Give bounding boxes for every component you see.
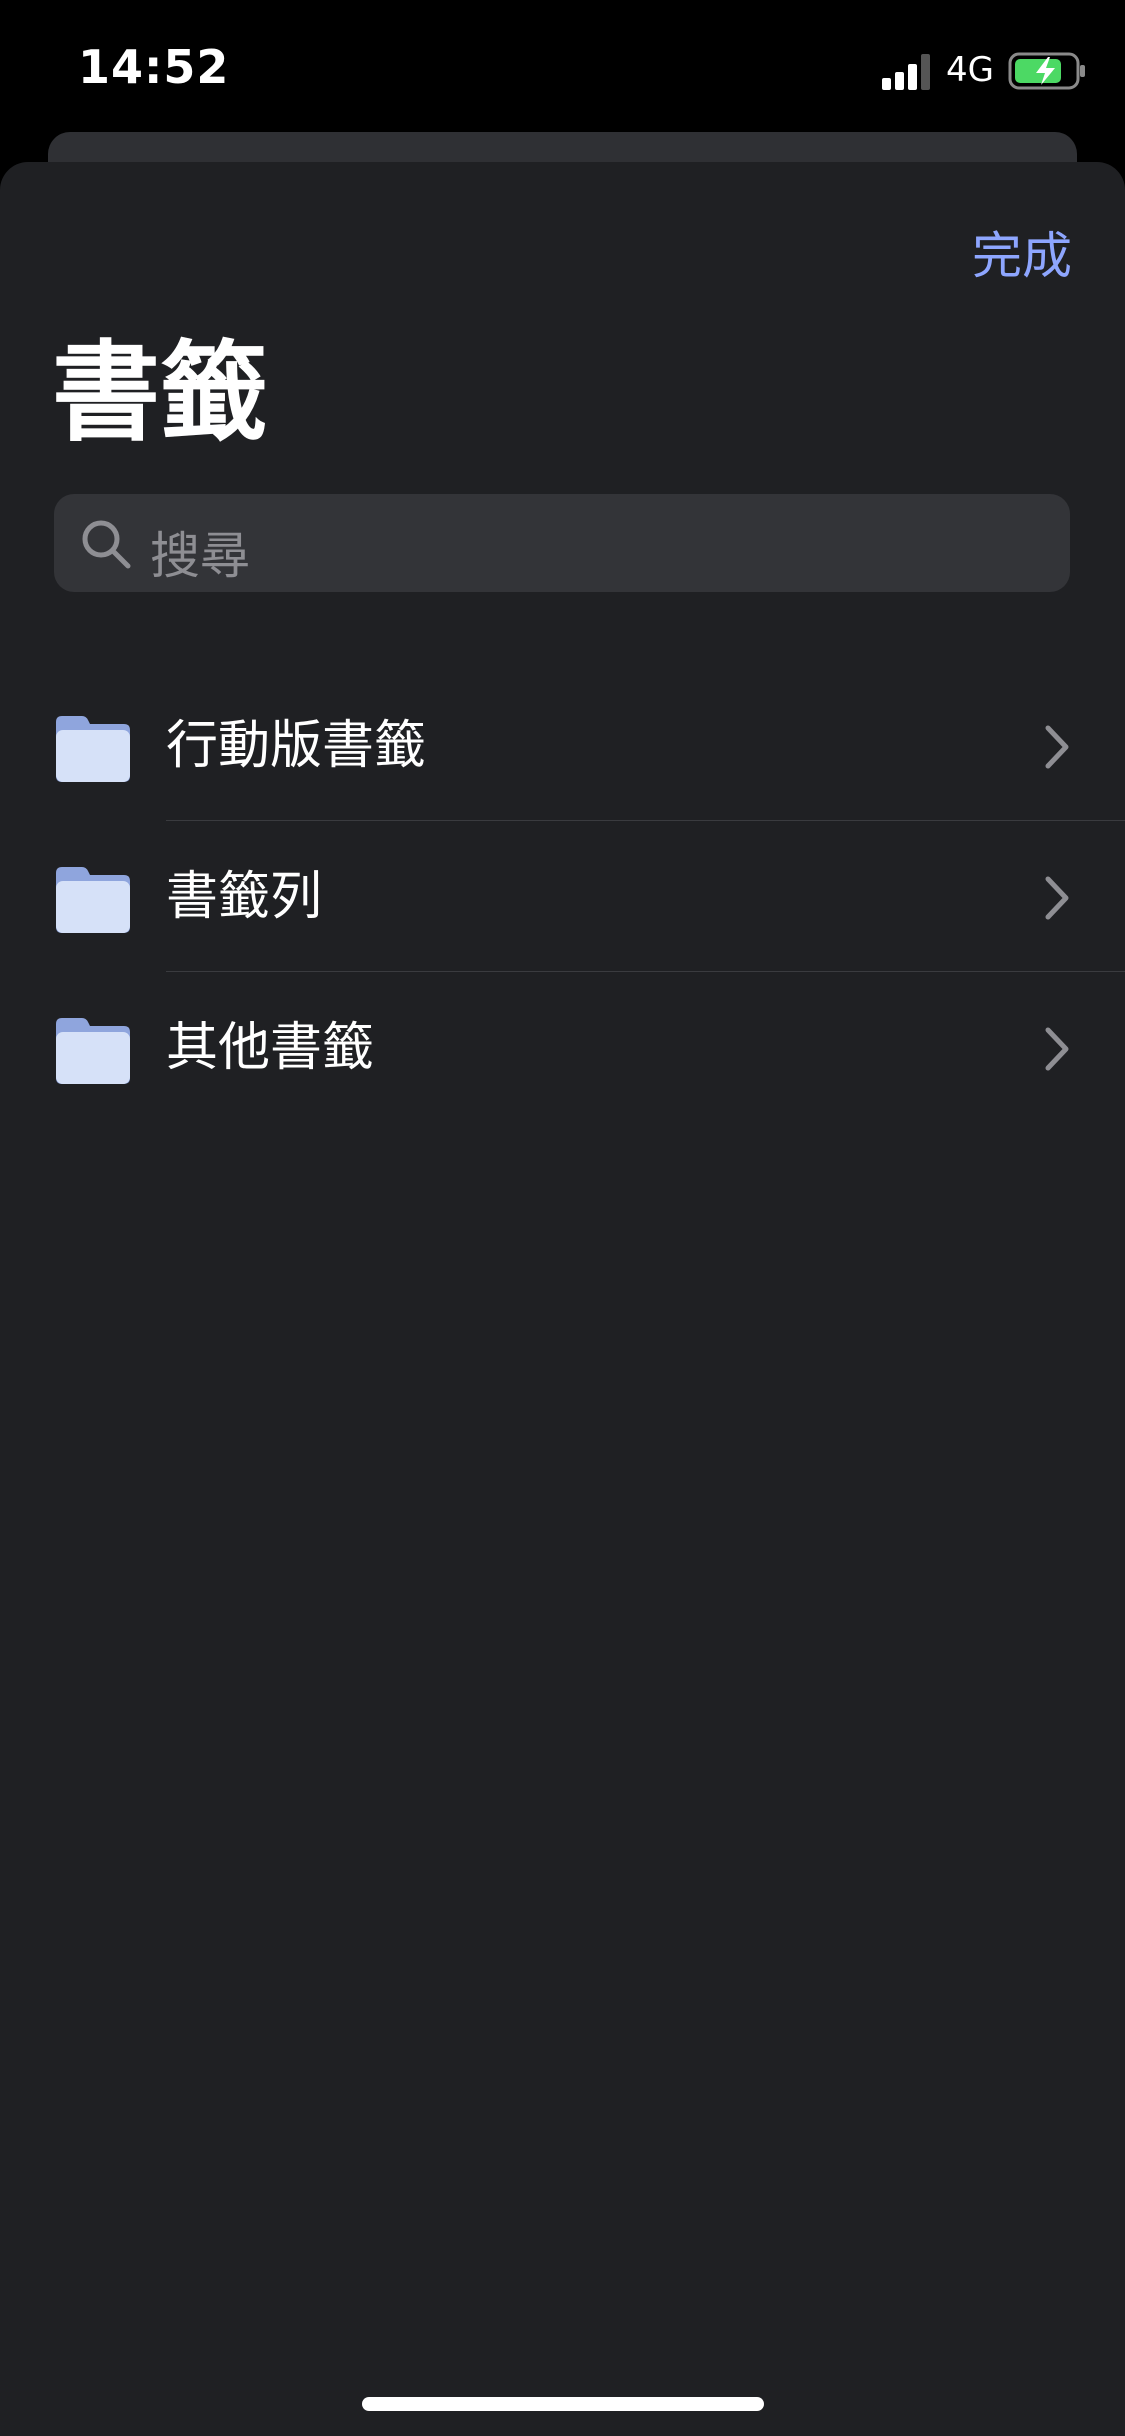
battery-charging-icon bbox=[1008, 52, 1085, 90]
bookmark-folder-list: 行動版書籤 書籤列 其他書籤 bbox=[0, 670, 1125, 1123]
status-indicators: 4G bbox=[880, 48, 1090, 94]
folder-label: 行動版書籤 bbox=[166, 716, 427, 776]
chevron-right-icon bbox=[1045, 876, 1069, 920]
network-type-label: 4G bbox=[946, 50, 994, 90]
signal-icon bbox=[882, 54, 930, 90]
done-button[interactable]: 完成 bbox=[972, 216, 1072, 288]
folder-icon bbox=[56, 716, 130, 782]
folder-icon bbox=[56, 867, 130, 933]
status-bar: 14:52 4G bbox=[0, 0, 1125, 130]
search-input[interactable]: 搜尋 bbox=[54, 494, 1070, 592]
chevron-right-icon bbox=[1045, 1027, 1069, 1071]
search-bar: 搜尋 bbox=[40, 482, 1084, 604]
folder-label: 書籤列 bbox=[166, 867, 323, 927]
folder-icon bbox=[56, 1018, 130, 1084]
folder-label: 其他書籤 bbox=[166, 1018, 375, 1078]
folder-item-mobile-bookmarks[interactable]: 行動版書籤 bbox=[0, 670, 1125, 821]
folder-item-other-bookmarks[interactable]: 其他書籤 bbox=[0, 972, 1125, 1123]
search-placeholder: 搜尋 bbox=[150, 527, 250, 585]
page-title: 書籤 bbox=[52, 331, 269, 456]
search-icon bbox=[82, 520, 131, 569]
folder-item-bookmarks-bar[interactable]: 書籤列 bbox=[0, 821, 1125, 972]
chevron-right-icon bbox=[1045, 725, 1069, 769]
status-time: 14:52 bbox=[78, 40, 230, 94]
home-indicator[interactable] bbox=[362, 2397, 764, 2411]
